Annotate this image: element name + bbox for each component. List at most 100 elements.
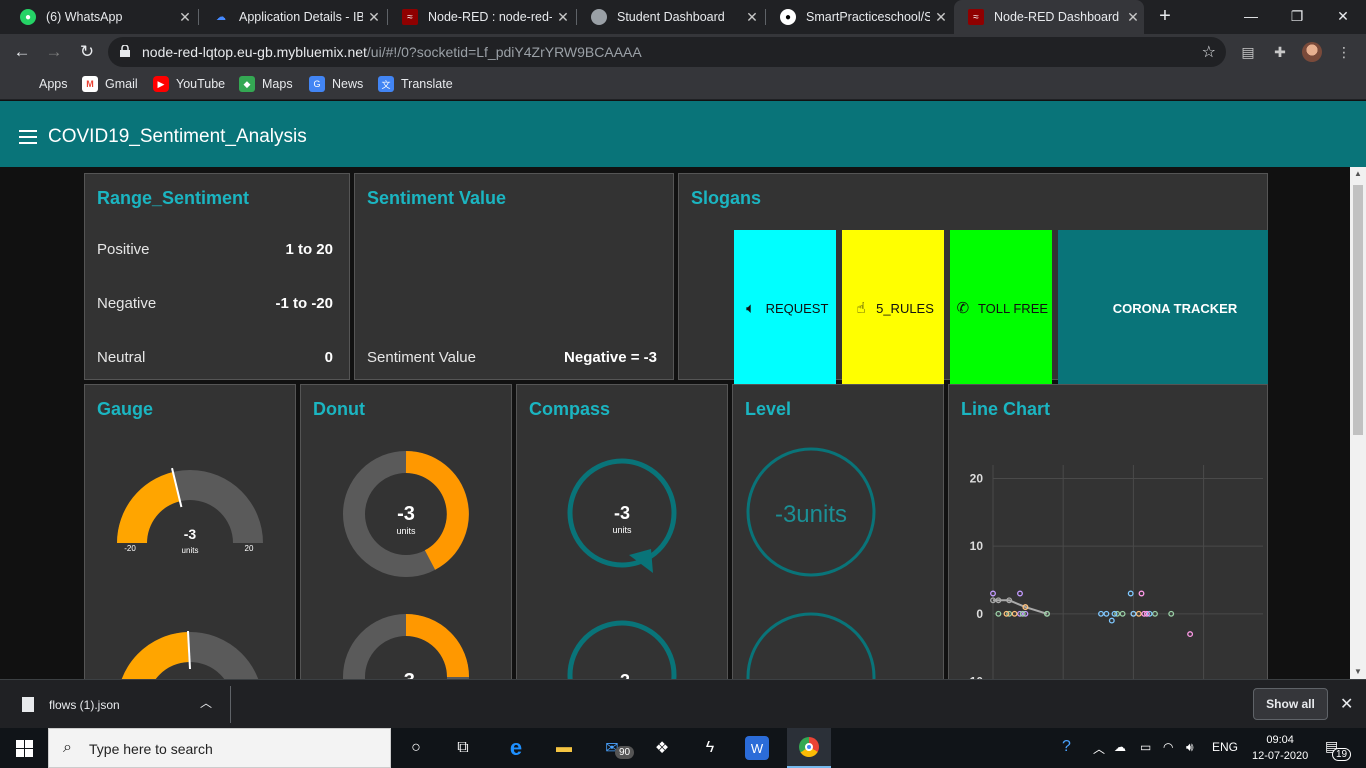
- corona-tracker-button[interactable]: CORONA TRACKER: [1058, 230, 1268, 386]
- dropbox-icon[interactable]: ❖: [648, 734, 676, 762]
- edge-icon[interactable]: e: [502, 734, 530, 762]
- tab-title: (6) WhatsApp: [46, 10, 123, 24]
- page-scrollbar[interactable]: ▲ ▼: [1350, 167, 1366, 679]
- globe-icon: [591, 9, 607, 25]
- range-row-neutral: Neutral 0: [97, 349, 333, 366]
- window-close-button[interactable]: ✕: [1320, 0, 1366, 34]
- donut-widget-2: -3: [343, 614, 469, 679]
- close-downloads-icon[interactable]: ✕: [1340, 694, 1353, 714]
- gauge-max-label: 20: [245, 544, 254, 553]
- show-all-button[interactable]: Show all: [1253, 688, 1328, 720]
- minimize-button[interactable]: —: [1228, 0, 1274, 34]
- close-icon[interactable]: ✕: [552, 9, 574, 26]
- system-clock[interactable]: 09:04 12-07-2020: [1252, 732, 1308, 764]
- range-row-positive: Positive 1 to 20: [97, 241, 333, 258]
- reload-button[interactable]: ↻: [75, 40, 99, 64]
- compass-2-value: -3: [614, 671, 630, 679]
- wps-writer-icon[interactable]: W: [745, 736, 769, 760]
- card-title: Slogans: [691, 188, 762, 208]
- close-icon[interactable]: ✕: [174, 9, 196, 26]
- tab-whatsapp[interactable]: ● (6) WhatsApp ✕: [6, 0, 196, 34]
- chrome-menu-icon[interactable]: ⋮: [1334, 42, 1354, 62]
- five-rules-button[interactable]: ☝︎ 5_RULES: [842, 230, 944, 386]
- volume-icon[interactable]: 🔊︎: [1186, 740, 1194, 755]
- maps-icon: ◆: [239, 76, 255, 92]
- level-card: Level -3units: [732, 384, 944, 679]
- card-title: Gauge: [97, 399, 154, 419]
- chrome-icon: [799, 737, 819, 757]
- bookmark-news[interactable]: G News: [309, 76, 363, 92]
- request-button[interactable]: 🔈︎ REQUEST: [734, 230, 836, 386]
- language-indicator[interactable]: ENG: [1212, 740, 1238, 754]
- download-item[interactable]: flows (1).json: [49, 698, 120, 712]
- windows-start-icon[interactable]: [16, 740, 33, 757]
- profile-avatar[interactable]: [1302, 42, 1322, 62]
- tab-node-red-editor[interactable]: ≈ Node-RED : node-red-lqtop ✕: [388, 0, 574, 34]
- bookmark-star-icon[interactable]: ☆: [1202, 42, 1216, 62]
- donut-card: Donut -3 units -3: [300, 384, 512, 679]
- wifi-icon[interactable]: ◠: [1163, 740, 1173, 754]
- bookmark-maps[interactable]: ◆ Maps: [239, 76, 293, 92]
- extensions-puzzle-icon[interactable]: ✚: [1270, 42, 1290, 62]
- bookmark-gmail[interactable]: M Gmail: [82, 76, 138, 92]
- close-icon[interactable]: ✕: [1122, 9, 1144, 26]
- hand-pointer-icon: ☝︎: [856, 300, 866, 317]
- node-red-icon: ≈: [402, 9, 418, 25]
- scrollbar-thumb[interactable]: [1353, 185, 1363, 435]
- ibm-cloud-icon: ☁: [216, 11, 226, 23]
- search-placeholder: Type here to search: [89, 741, 213, 757]
- gauge-2-fill: [121, 632, 190, 679]
- dashboard-title: COVID19_Sentiment_Analysis: [48, 126, 307, 147]
- chart-point: [1108, 617, 1115, 624]
- chevron-up-icon[interactable]: ︿: [200, 694, 212, 711]
- chart-point: [1138, 590, 1145, 597]
- tray-chevron-icon[interactable]: ︿: [1093, 740, 1105, 757]
- close-icon[interactable]: ✕: [741, 9, 763, 26]
- extension-icon[interactable]: ▤: [1238, 42, 1258, 62]
- card-title: Donut: [313, 399, 365, 419]
- help-icon[interactable]: ?: [1062, 738, 1071, 756]
- sentiment-value-text: Negative = -3: [564, 349, 657, 366]
- tab-student-dashboard[interactable]: Student Dashboard ✕: [577, 0, 763, 34]
- gauge-fill: [117, 472, 180, 543]
- scroll-up-arrow-icon[interactable]: ▲: [1350, 167, 1366, 181]
- cortana-icon[interactable]: ○: [402, 734, 430, 762]
- scroll-down-arrow-icon[interactable]: ▼: [1350, 665, 1366, 679]
- bookmark-youtube[interactable]: ▶ YouTube: [153, 76, 225, 92]
- notification-count: 19: [1332, 748, 1352, 761]
- forward-button[interactable]: →: [42, 40, 66, 64]
- tab-ibm-application[interactable]: ☁ Application Details - IBM ✕: [199, 0, 385, 34]
- github-icon: ●: [780, 9, 796, 25]
- task-view-icon[interactable]: ⧉: [449, 734, 477, 762]
- back-button[interactable]: ←: [10, 40, 34, 64]
- compass-units: units: [612, 525, 632, 535]
- onedrive-icon[interactable]: ☁: [1114, 740, 1126, 754]
- app-lightning-icon[interactable]: ϟ: [696, 734, 724, 762]
- tab-node-red-dashboard[interactable]: ≈ Node-RED Dashboard ✕: [954, 0, 1144, 34]
- chrome-taskbar-button[interactable]: [787, 728, 831, 768]
- tab-title: Node-RED Dashboard: [994, 10, 1120, 24]
- file-explorer-icon[interactable]: ▬: [550, 734, 578, 762]
- close-icon[interactable]: ✕: [930, 9, 952, 26]
- card-title: Range_Sentiment: [97, 188, 250, 208]
- apps-grid-icon: [16, 76, 32, 92]
- y-axis-ticks: 20100-10: [966, 472, 984, 679]
- bookmark-apps[interactable]: Apps: [16, 76, 68, 92]
- bookmark-translate[interactable]: 文 Translate: [378, 76, 453, 92]
- taskbar-search[interactable]: ⌕ Type here to search: [48, 728, 391, 768]
- restore-button[interactable]: ❐: [1274, 0, 1320, 34]
- chart-point: [1017, 590, 1023, 597]
- close-icon[interactable]: ✕: [363, 9, 385, 26]
- sentiment-value-row: Sentiment Value Negative = -3: [367, 349, 657, 366]
- menu-hamburger-icon[interactable]: [19, 130, 37, 144]
- gauge-card: Gauge -3 units -20 20: [84, 384, 296, 679]
- toll-free-button[interactable]: ✆ TOLL FREE: [950, 230, 1052, 386]
- card-title: Line Chart: [961, 399, 1051, 419]
- compass-value: -3: [614, 503, 630, 523]
- line-chart-card: Line Chart 20100-10: [948, 384, 1268, 679]
- battery-icon[interactable]: ▭: [1140, 740, 1151, 754]
- address-bar[interactable]: node-red-lqtop.eu-gb.mybluemix.net/ui/#!…: [108, 37, 1226, 67]
- tab-github[interactable]: ● SmartPracticeschool/SBSPS ✕: [766, 0, 952, 34]
- new-tab-button[interactable]: +: [1154, 5, 1176, 27]
- range-row-negative: Negative -1 to -20: [97, 295, 333, 312]
